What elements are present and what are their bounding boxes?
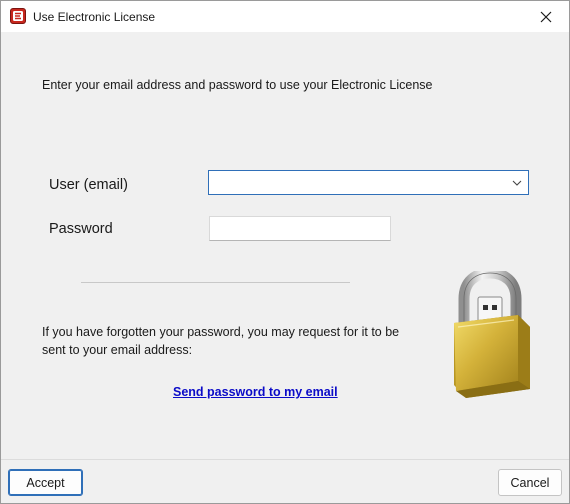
button-bar: Accept Cancel (1, 459, 569, 503)
cancel-button[interactable]: Cancel (498, 469, 562, 496)
email-label: User (email) (49, 177, 128, 193)
send-password-link[interactable]: Send password to my email (173, 385, 338, 399)
divider (81, 282, 350, 283)
close-button[interactable] (523, 1, 569, 32)
password-label: Password (49, 221, 113, 237)
password-field[interactable] (209, 216, 391, 241)
close-icon (540, 11, 552, 22)
forgot-password-text: If you have forgotten your password, you… (42, 325, 400, 357)
app-logo-icon (10, 8, 26, 24)
accept-button[interactable]: Accept (8, 469, 83, 496)
license-dialog: Use Electronic License Enter your email … (0, 0, 570, 504)
email-combobox[interactable] (208, 170, 529, 195)
email-dropdown-button[interactable] (508, 171, 526, 194)
email-field[interactable] (209, 171, 505, 194)
title-bar: Use Electronic License (1, 1, 569, 32)
chevron-down-icon (512, 180, 522, 186)
intro-text: Enter your email address and password to… (42, 78, 433, 92)
padlock-icon (454, 271, 530, 398)
window-title: Use Electronic License (33, 10, 156, 24)
